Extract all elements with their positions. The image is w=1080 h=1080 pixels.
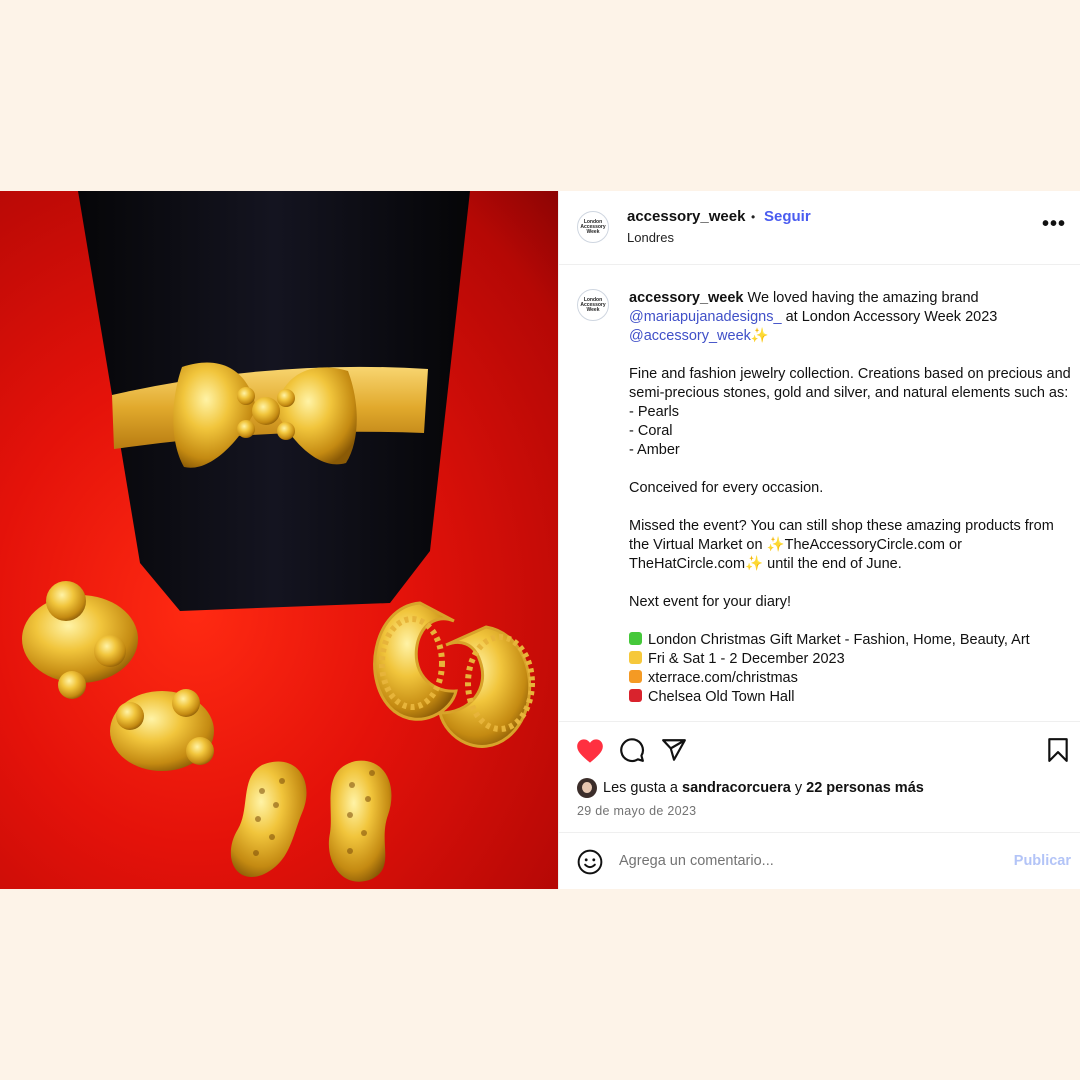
collection-text: Fine and fashion jewelry collection. Cre… <box>629 366 1071 401</box>
red-heart-icon <box>629 689 642 702</box>
liker-avatar[interactable] <box>577 778 597 798</box>
green-heart-icon <box>629 632 642 645</box>
post-header: London Accessory Week accessory_week • S… <box>559 191 1080 265</box>
site-link-2: TheHatCircle.com✨ <box>629 556 764 572</box>
caption-avatar-logo-text: London Accessory Week <box>580 296 606 313</box>
post-image[interactable] <box>0 191 558 889</box>
save-bookmark-icon[interactable] <box>1047 737 1069 763</box>
jewelry-photo <box>22 191 535 882</box>
caption-intro: We loved having the amazing brand <box>747 290 979 306</box>
occasion-text: Conceived for every occasion. <box>629 480 824 496</box>
post-date[interactable]: 29 de mayo de 2023 <box>577 804 696 818</box>
caption-username[interactable]: accessory_week <box>629 290 744 306</box>
like-heart-icon[interactable] <box>576 738 604 764</box>
avatar[interactable]: London Accessory Week <box>577 211 609 243</box>
caption-area[interactable]: London Accessory Week accessory_week We … <box>559 265 1080 721</box>
action-bar: Les gusta a sandracorcuera y 22 personas… <box>559 721 1080 889</box>
event-line: London Christmas Gift Market - Fashion, … <box>648 632 1030 648</box>
next-event-text: Next event for your diary! <box>629 594 791 610</box>
avatar-logo-text: London Accessory Week <box>580 218 606 235</box>
likes-count[interactable]: 22 personas más <box>806 780 924 796</box>
separator-dot: • <box>751 210 756 224</box>
event-line: Chelsea Old Town Hall <box>648 689 795 705</box>
missed-tail: until the end of June. <box>767 556 902 572</box>
comment-input[interactable]: Agrega un comentario... <box>619 853 774 869</box>
username-link[interactable]: accessory_week <box>627 208 745 225</box>
missed-or: or <box>949 537 962 553</box>
share-icon[interactable] <box>661 737 687 763</box>
comment-icon[interactable] <box>619 737 645 763</box>
more-options-icon[interactable]: ••• <box>1042 213 1066 236</box>
site-link-1: ✨TheAccessoryCircle.com <box>766 537 945 553</box>
likes-join: y <box>794 780 803 796</box>
comment-box: Agrega un comentario... Publicar <box>559 832 1080 891</box>
caption-avatar[interactable]: London Accessory Week <box>577 289 609 321</box>
likes-prefix: Les gusta a <box>603 780 678 796</box>
event-line: xterrace.com/christmas <box>648 670 798 686</box>
instagram-post: London Accessory Week accessory_week • S… <box>0 191 1080 889</box>
caption-intro-tail: at London Accessory Week 2023 <box>785 309 998 325</box>
list-item: - Pearls <box>629 404 679 420</box>
likes-summary[interactable]: Les gusta a sandracorcuera y 22 personas… <box>577 778 924 798</box>
caption-text: accessory_week We loved having the amazi… <box>629 289 1071 707</box>
mention-self[interactable]: @accessory_week✨ <box>629 328 769 344</box>
follow-button[interactable]: Seguir <box>764 208 811 225</box>
event-line: Fri & Sat 1 - 2 December 2023 <box>648 651 845 667</box>
location-link[interactable]: Londres <box>627 230 674 245</box>
list-item: - Coral <box>629 423 673 439</box>
mention-brand[interactable]: @mariapujanadesigns_ <box>629 309 782 325</box>
list-item: - Amber <box>629 442 680 458</box>
post-panel: London Accessory Week accessory_week • S… <box>558 191 1080 889</box>
yellow-heart-icon <box>629 651 642 664</box>
emoji-smiley-icon[interactable] <box>577 849 603 875</box>
publish-button[interactable]: Publicar <box>1014 853 1071 869</box>
liker-username[interactable]: sandracorcuera <box>682 780 791 796</box>
orange-heart-icon <box>629 670 642 683</box>
